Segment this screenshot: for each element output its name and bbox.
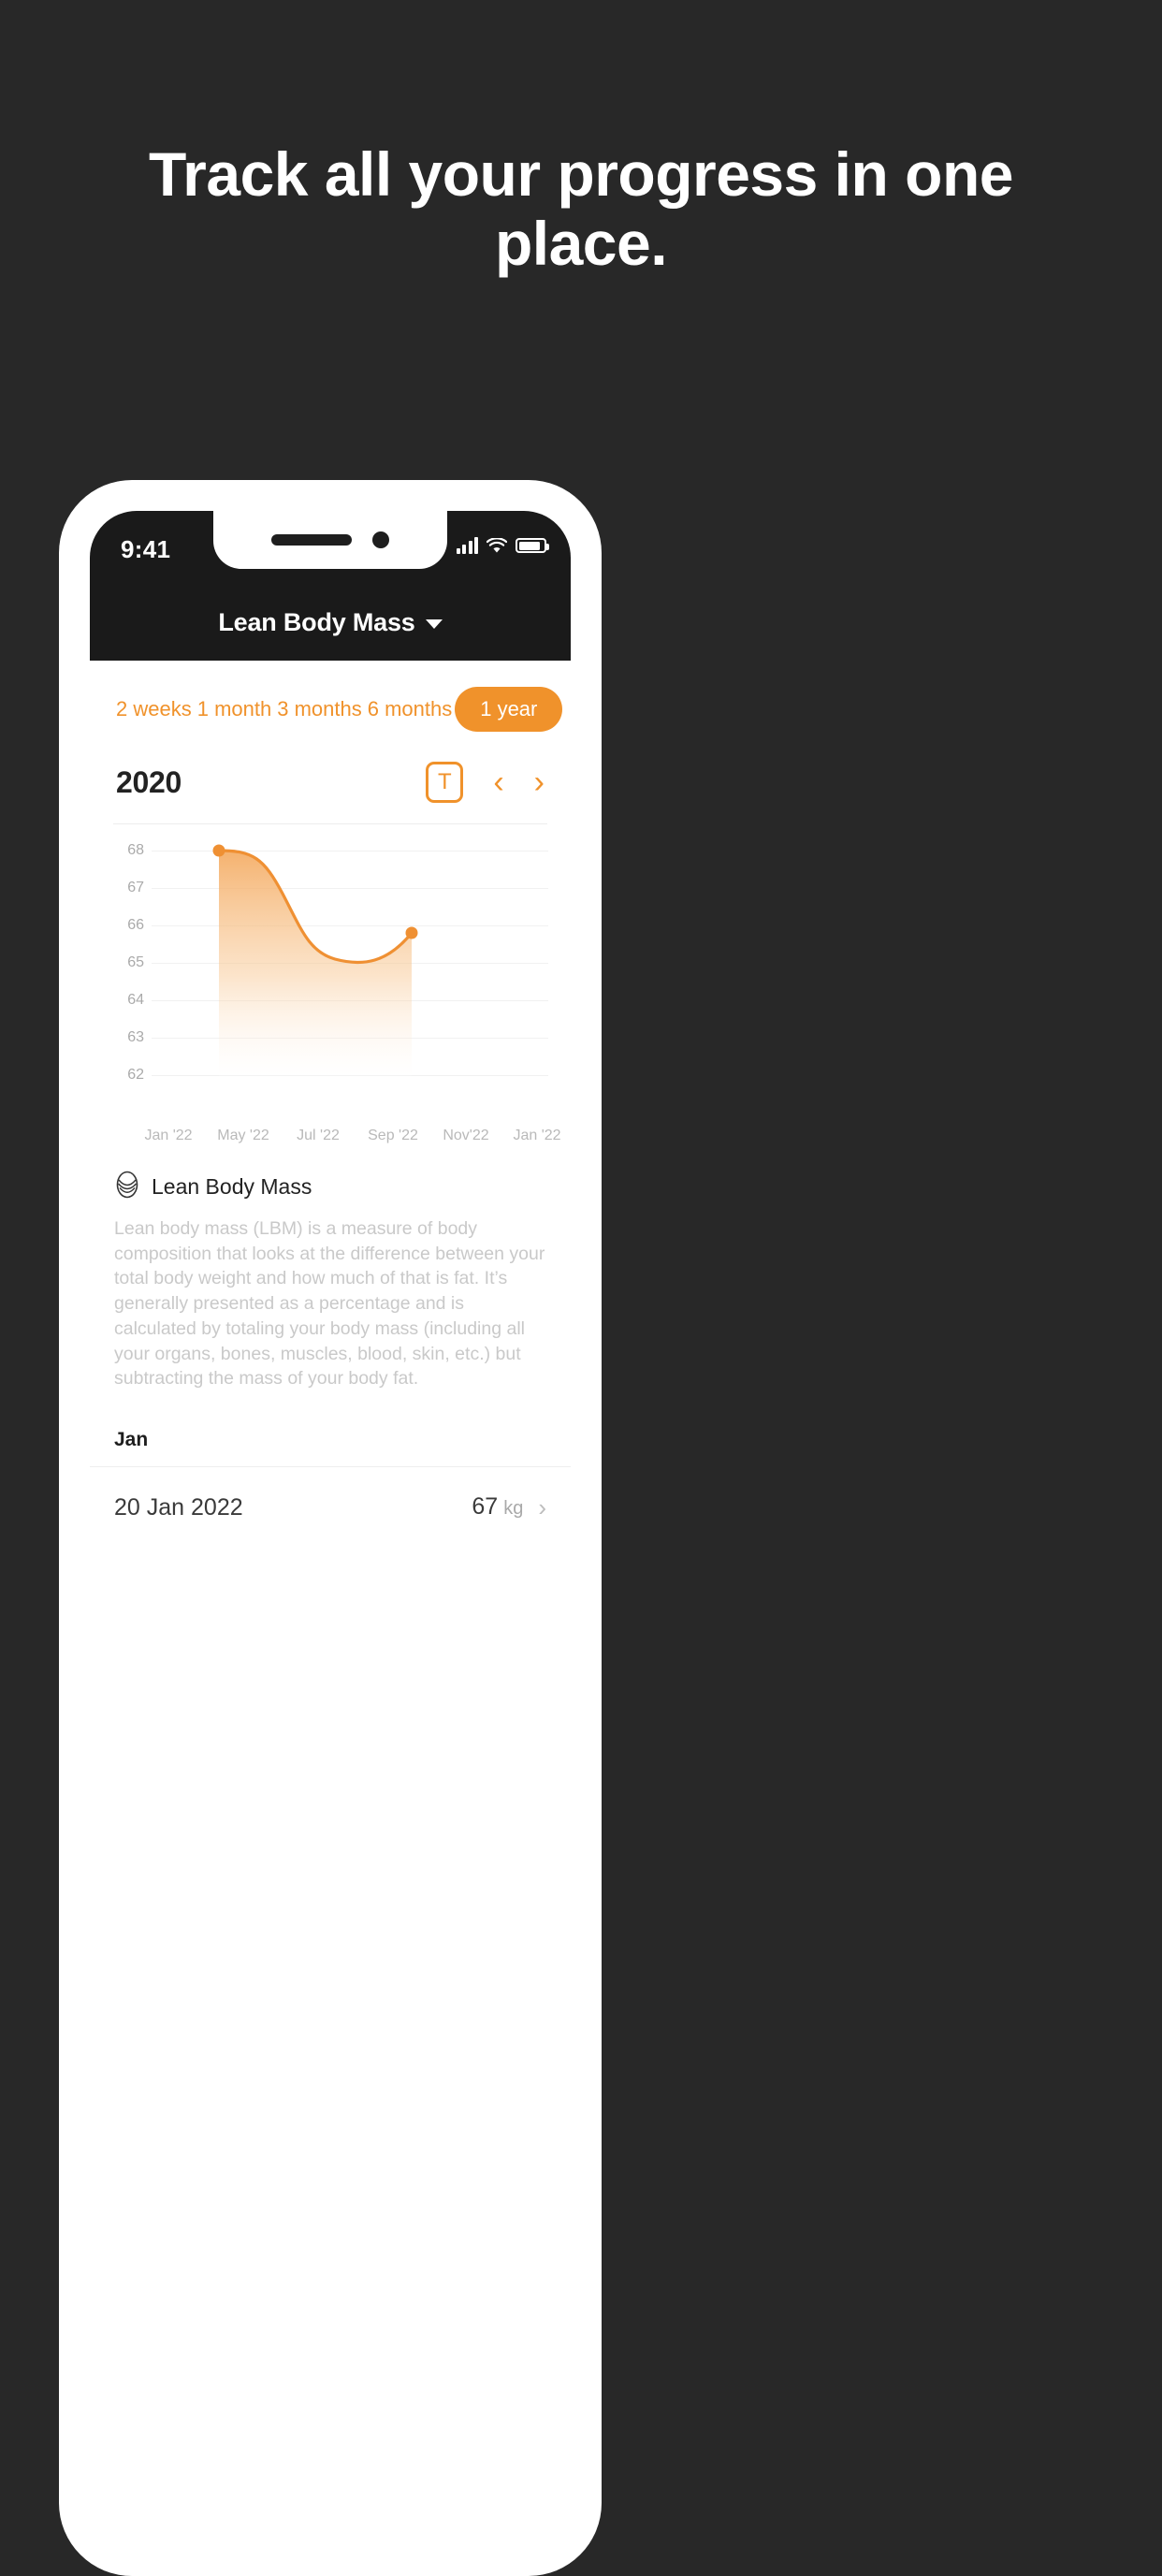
entry-date: 20 Jan 2022 (114, 1493, 243, 1521)
chart-point-marker (405, 926, 418, 939)
x-tick-label: Jan '22 (144, 1128, 193, 1143)
main-content: 2 weeks 1 month 3 months 6 months 1 year… (90, 661, 571, 2569)
chart-plot-area (152, 839, 548, 1078)
description-section: Lean Body Mass Lean body mass (LBM) is a… (90, 1156, 571, 1391)
entry-unit: kg (503, 1497, 524, 1519)
range-selector: 2 weeks 1 month 3 months 6 months 1 year (90, 661, 571, 750)
text-mode-button[interactable]: T (426, 762, 464, 803)
y-tick-label: 67 (127, 880, 144, 895)
chart-x-axis: Jan '22 May '22 Jul '22 Sep '22 Nov'22 J… (110, 1128, 561, 1156)
chart-area-fill (219, 851, 412, 1076)
phone-screen: 9:41 Lean Body Mass 2 weeks 1 month 3 mo… (90, 511, 571, 2569)
status-time: 9:41 (121, 535, 171, 563)
wifi-icon (487, 537, 507, 554)
chevron-right-icon[interactable]: › (538, 1493, 546, 1522)
chevron-left-icon[interactable]: ‹ (493, 766, 503, 798)
chart-point-marker (212, 844, 225, 857)
lean-body-mass-chart[interactable]: 68 67 66 65 64 63 62 (103, 839, 558, 1120)
chart-container: 68 67 66 65 64 63 62 Jan '22 May '22 Jul… (90, 824, 571, 1156)
x-tick-label: Jan '22 (513, 1128, 561, 1143)
y-tick-label: 66 (127, 917, 144, 933)
range-tab-1-year[interactable]: 1 year (455, 687, 563, 732)
chevron-right-icon[interactable]: › (534, 766, 545, 798)
range-tab-2-weeks[interactable]: 2 weeks (113, 697, 195, 721)
phone-mockup: 9:41 Lean Body Mass 2 weeks 1 month 3 mo… (59, 480, 602, 2576)
speaker-grille-icon (271, 534, 352, 546)
lean-body-mass-icon (114, 1171, 140, 1203)
entry-value: 67 (472, 1492, 499, 1520)
status-icons (456, 537, 549, 554)
front-camera-icon (372, 531, 389, 548)
chart-y-axis: 68 67 66 65 64 63 62 (103, 839, 144, 1083)
x-tick-label: Jul '22 (297, 1128, 340, 1143)
y-tick-label: 63 (127, 1029, 144, 1045)
nav-bar[interactable]: Lean Body Mass (90, 584, 571, 661)
description-title: Lean Body Mass (152, 1174, 312, 1199)
range-tab-1-month[interactable]: 1 month (195, 697, 275, 721)
y-tick-label: 68 (127, 842, 144, 858)
period-navigator: 2020 T ‹ › (90, 750, 571, 803)
phone-notch (213, 511, 447, 569)
x-tick-label: Nov'22 (443, 1128, 489, 1143)
chart-series-svg (212, 844, 418, 1076)
y-tick-label: 62 (127, 1067, 144, 1083)
y-tick-label: 65 (127, 954, 144, 970)
range-tab-6-months[interactable]: 6 months (365, 697, 456, 721)
signal-bars-icon (456, 537, 478, 554)
period-year-label: 2020 (116, 764, 182, 799)
list-month-header: Jan (114, 1428, 149, 1450)
y-tick-label: 64 (127, 992, 144, 1008)
period-controls: T ‹ › (426, 762, 545, 803)
chevron-down-icon[interactable] (425, 619, 443, 629)
battery-icon (516, 538, 549, 553)
description-body: Lean body mass (LBM) is a measure of bod… (114, 1218, 545, 1390)
promo-headline: Track all your progress in one place. (149, 139, 1014, 278)
entry-value-group: 67 kg › (472, 1493, 546, 1522)
range-tab-3-months[interactable]: 3 months (274, 697, 365, 721)
x-tick-label: Sep '22 (368, 1128, 418, 1143)
description-header: Lean Body Mass (114, 1171, 546, 1203)
list-item[interactable]: 20 Jan 2022 67 kg › (90, 1467, 571, 1522)
page-title: Lean Body Mass (218, 607, 415, 636)
x-tick-label: May '22 (217, 1128, 269, 1143)
